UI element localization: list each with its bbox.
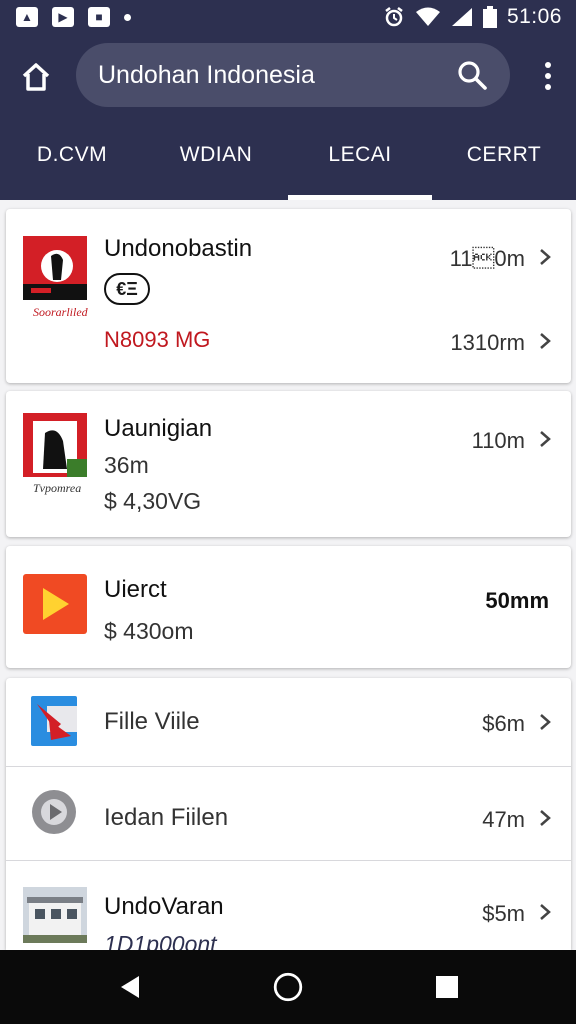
thumbnail-caption: Soorarliled bbox=[33, 305, 88, 319]
item-meta: 47m bbox=[482, 807, 525, 832]
list-item[interactable]: Fille Viile $6m bbox=[6, 678, 571, 766]
chevron-right-icon bbox=[540, 431, 551, 447]
chevron-right-icon bbox=[540, 714, 551, 730]
more-vert-icon bbox=[545, 62, 551, 68]
item-meta: 110m bbox=[471, 428, 525, 453]
list-item[interactable]: Uierct $ 430om 50mm bbox=[6, 546, 571, 668]
item-meta: $6m bbox=[482, 711, 525, 736]
signal-icon bbox=[451, 8, 472, 26]
item-title: UndoVaran bbox=[104, 893, 224, 920]
item-thumbnail bbox=[23, 236, 87, 300]
chevron-right-icon bbox=[540, 333, 551, 349]
back-button[interactable] bbox=[115, 972, 145, 1002]
play-store-icon: ▶ bbox=[52, 7, 74, 27]
tab-dcvm[interactable]: D.CVM bbox=[0, 120, 144, 200]
status-bar: ▲ ▶ ■ 51:06 bbox=[0, 0, 576, 34]
item-meta-secondary: 1310rm bbox=[450, 330, 525, 355]
search-icon[interactable] bbox=[456, 59, 488, 91]
image-notification-icon: ▲ bbox=[16, 7, 38, 27]
item-meta: 110m bbox=[449, 246, 525, 271]
item-price: $ 4,30VG bbox=[104, 488, 202, 514]
item-price: N8093 MG bbox=[104, 327, 211, 352]
dot-icon bbox=[124, 13, 131, 21]
photo-icon: ■ bbox=[88, 7, 110, 27]
tab-bar: D.CVM WDIAN LECAI CERRT bbox=[0, 120, 576, 200]
item-subtitle: 36m bbox=[104, 452, 149, 478]
system-nav-bar bbox=[0, 950, 576, 1024]
tab-lecai[interactable]: LECAI bbox=[288, 120, 432, 200]
clock: 51:06 bbox=[506, 5, 562, 28]
play-video-icon bbox=[23, 574, 87, 634]
item-price: $ 430om bbox=[104, 618, 194, 644]
recents-button[interactable] bbox=[432, 972, 462, 1002]
tab-cerrt[interactable]: CERRT bbox=[432, 120, 576, 200]
home-button[interactable] bbox=[19, 60, 53, 94]
item-badge: €Ξ bbox=[104, 273, 150, 305]
item-thumbnail bbox=[23, 413, 87, 477]
item-title: Undonobastin bbox=[104, 235, 253, 262]
tab-wdian[interactable]: WDIAN bbox=[144, 120, 288, 200]
wifi-icon bbox=[415, 7, 440, 26]
chevron-right-icon bbox=[540, 904, 551, 920]
chevron-right-icon bbox=[540, 249, 551, 265]
item-title: Fille Viile bbox=[104, 708, 200, 735]
file-icon bbox=[31, 696, 77, 746]
item-meta: 50mm bbox=[485, 588, 549, 613]
item-title: Iedan Fiilen bbox=[104, 804, 229, 831]
item-meta: $5m bbox=[482, 901, 525, 926]
search-field[interactable]: Undohan Indonesia bbox=[76, 43, 510, 107]
item-title: Uaunigian bbox=[104, 415, 213, 442]
item-subtitle: 1D1p00ont bbox=[104, 931, 217, 950]
chevron-right-icon bbox=[540, 810, 551, 826]
overflow-menu-button[interactable] bbox=[540, 60, 556, 92]
list-item[interactable]: Soorarliled Undonobastin €Ξ N8093 MG 11… bbox=[6, 209, 571, 383]
list-item[interactable]: Iedan Fiilen 47m bbox=[6, 767, 571, 860]
search-input[interactable]: Undohan Indonesia bbox=[98, 61, 456, 90]
list-item[interactable]: UndoVaran 1D1p00ont $5m bbox=[6, 861, 571, 950]
app-bar: Undohan Indonesia bbox=[0, 34, 576, 120]
building-image bbox=[23, 887, 87, 943]
alarm-icon bbox=[385, 7, 403, 27]
home-icon bbox=[22, 63, 50, 91]
play-circle-icon bbox=[31, 789, 77, 835]
list-item[interactable]: Tvpomrea Uaunigian 36m $ 4,30VG 110m bbox=[6, 391, 571, 537]
item-title: Uierct bbox=[104, 576, 167, 603]
thumbnail-caption: Tvpomrea bbox=[33, 481, 82, 495]
battery-icon bbox=[482, 6, 497, 28]
home-nav-button[interactable] bbox=[272, 971, 304, 1003]
